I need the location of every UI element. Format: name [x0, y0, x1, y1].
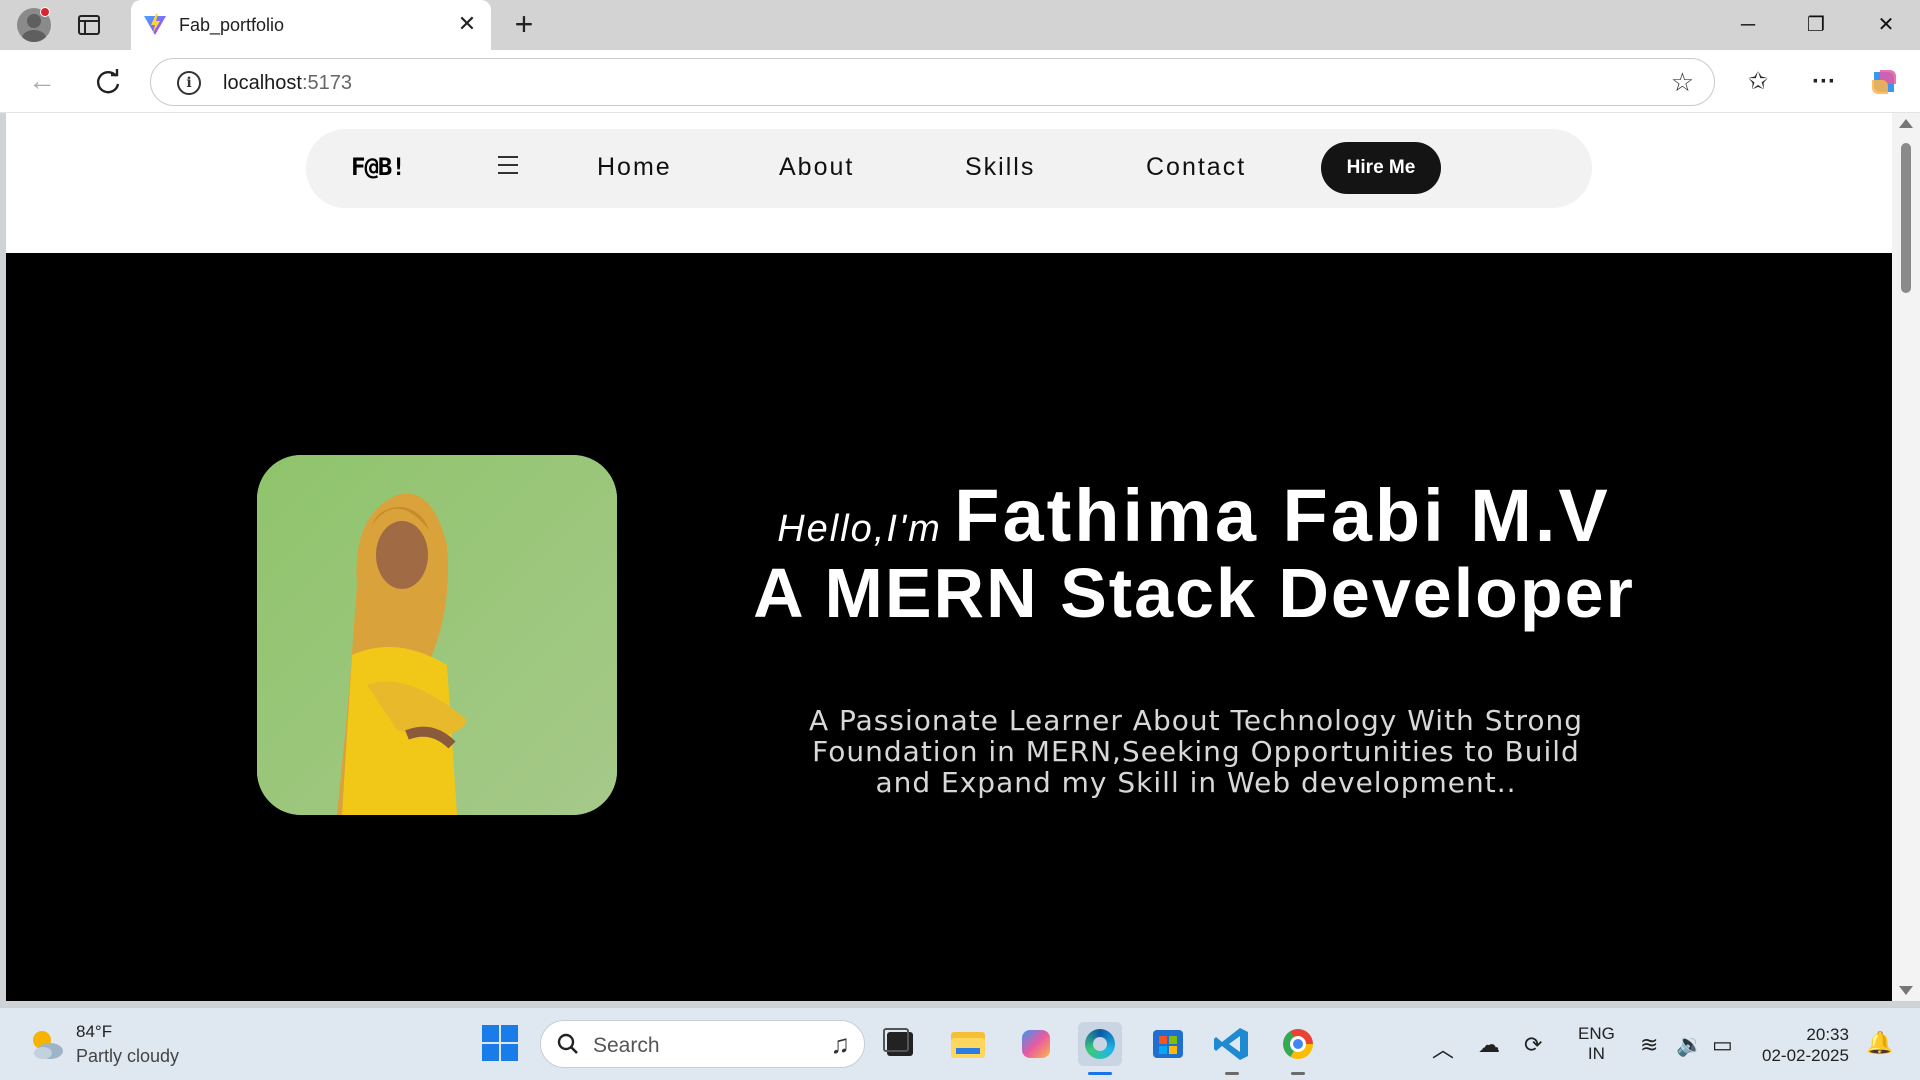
- vscode-icon[interactable]: [1210, 1022, 1254, 1075]
- back-arrow-icon[interactable]: ←: [24, 64, 60, 100]
- tab-close-icon[interactable]: ✕: [453, 10, 481, 38]
- taskbar-search-box[interactable]: Search ♫: [540, 1020, 865, 1068]
- greeting-text: Hello,I'm: [777, 508, 942, 550]
- edge-browser-icon[interactable]: [1078, 1022, 1122, 1075]
- hamburger-menu-icon[interactable]: [498, 156, 518, 174]
- nav-link-home[interactable]: Home: [597, 153, 672, 182]
- onedrive-icon[interactable]: ☁: [1478, 1032, 1500, 1058]
- system-clock[interactable]: 20:33 02-02-2025: [1762, 1024, 1849, 1066]
- hero-description: A Passionate Learner About Technology Wi…: [808, 704, 1584, 799]
- browser-title-bar: Fab_portfolio ✕ + ─ ❐ ✕: [0, 0, 1920, 50]
- clock-time: 20:33: [1806, 1025, 1849, 1044]
- search-highlight-icon: ♫: [830, 1029, 851, 1059]
- address-bar-row: ← i localhost:5173 ☆ ✩ ···: [0, 50, 1920, 113]
- windows-start-icon[interactable]: [482, 1025, 518, 1061]
- copilot-icon[interactable]: [1866, 64, 1902, 100]
- new-tab-button[interactable]: +: [508, 8, 540, 41]
- language-code: ENG: [1578, 1024, 1615, 1043]
- windows-taskbar: 84°F Partly cloudy Search ♫ ︿ ☁ ⟳ ENG IN…: [0, 1007, 1920, 1080]
- sync-icon[interactable]: ⟳: [1524, 1032, 1542, 1058]
- chrome-icon[interactable]: [1276, 1022, 1320, 1075]
- show-hidden-icons-chevron-icon[interactable]: ︿: [1432, 1032, 1454, 1064]
- favorite-star-icon[interactable]: ☆: [1671, 68, 1694, 96]
- weather-description[interactable]: Partly cloudy: [76, 1046, 179, 1067]
- scroll-down-icon[interactable]: [1899, 986, 1913, 995]
- close-window-button[interactable]: ✕: [1858, 6, 1914, 44]
- task-view-icon[interactable]: [878, 1022, 922, 1066]
- copilot-app-icon[interactable]: [1014, 1022, 1058, 1066]
- site-info-icon[interactable]: i: [177, 71, 201, 95]
- hero-role: A MERN Stack Developer: [753, 554, 1635, 632]
- vite-favicon-icon: [144, 14, 166, 35]
- tab-title: Fab_portfolio: [179, 15, 285, 35]
- volume-icon[interactable]: 🔉: [1676, 1032, 1703, 1058]
- nav-link-contact[interactable]: Contact: [1146, 153, 1246, 182]
- hero-name: Fathima Fabi M.V: [954, 474, 1611, 557]
- hire-me-button[interactable]: Hire Me: [1321, 142, 1441, 194]
- url-text: localhost:5173: [223, 72, 352, 94]
- nav-link-skills[interactable]: Skills: [965, 153, 1035, 182]
- browser-tab-active[interactable]: Fab_portfolio ✕: [131, 0, 491, 50]
- notification-dot-icon: [40, 7, 50, 17]
- url-input[interactable]: i localhost:5173 ☆: [150, 58, 1715, 106]
- nav-link-about[interactable]: About: [779, 153, 854, 182]
- page-viewport: F@B! Home About Skills Contact Hire Me H…: [6, 113, 1892, 1001]
- wifi-icon[interactable]: ≋: [1640, 1032, 1658, 1058]
- running-app-indicator: [1225, 1072, 1239, 1075]
- scroll-up-icon[interactable]: [1899, 119, 1913, 128]
- restore-button[interactable]: ❐: [1788, 6, 1844, 44]
- scrollbar-thumb[interactable]: [1901, 143, 1911, 293]
- site-logo[interactable]: F@B!: [351, 153, 406, 181]
- favorites-icon[interactable]: ✩: [1740, 64, 1776, 100]
- file-explorer-icon[interactable]: [946, 1022, 990, 1066]
- battery-icon[interactable]: ▭: [1712, 1032, 1733, 1058]
- vscode-logo-icon: [1214, 1028, 1248, 1060]
- running-app-indicator: [1291, 1072, 1305, 1075]
- weather-temperature[interactable]: 84°F: [76, 1022, 112, 1042]
- language-indicator[interactable]: ENG IN: [1578, 1024, 1615, 1064]
- hero-greeting: Hello,I'm Fathima Fabi M.V: [6, 473, 1892, 558]
- active-app-indicator: [1088, 1072, 1112, 1075]
- region-code: IN: [1587, 1044, 1605, 1063]
- notification-bell-icon[interactable]: 🔔: [1866, 1030, 1893, 1056]
- site-navbar: F@B! Home About Skills Contact Hire Me: [306, 129, 1592, 208]
- minimize-button[interactable]: ─: [1720, 6, 1776, 44]
- hero-section: Hello,I'm Fathima Fabi M.V A MERN Stack …: [6, 253, 1892, 1001]
- vertical-scrollbar[interactable]: [1892, 113, 1920, 1001]
- partly-cloudy-icon[interactable]: [26, 1024, 66, 1064]
- search-label: Search: [593, 1034, 660, 1057]
- clock-date: 02-02-2025: [1762, 1046, 1849, 1065]
- reload-icon[interactable]: [90, 64, 126, 100]
- search-icon: [557, 1033, 578, 1054]
- tab-actions-icon[interactable]: [78, 15, 100, 35]
- microsoft-store-icon[interactable]: [1146, 1022, 1190, 1066]
- more-options-icon[interactable]: ···: [1806, 64, 1842, 100]
